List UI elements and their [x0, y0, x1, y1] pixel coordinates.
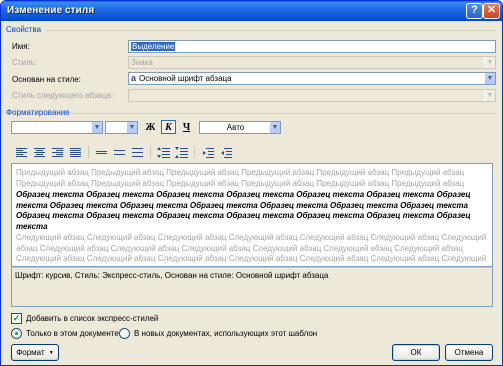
preview-next-paragraph: Следующий абзац Следующий абзац Следующи… — [16, 233, 487, 266]
chevron-down-icon: ▼ — [484, 90, 495, 101]
properties-heading: Свойства — [6, 25, 42, 34]
style-type-value: Знака — [131, 58, 153, 67]
next-style-select: ▼ — [128, 89, 496, 102]
toolbar-divider — [150, 146, 151, 158]
font-name-select[interactable]: ▼ — [11, 121, 103, 134]
space-before-decrease-icon[interactable] — [174, 146, 189, 159]
indent-decrease-icon[interactable] — [200, 146, 215, 159]
style-type-label: Стиль: — [12, 58, 37, 67]
add-to-quick-styles-label: Добавить в список экспресс-стилей — [26, 314, 159, 323]
character-style-icon: a — [131, 73, 137, 83]
toolbar-divider — [88, 146, 89, 158]
toolbar-divider — [194, 146, 195, 158]
chevron-down-icon[interactable]: ▼ — [269, 122, 280, 133]
help-button[interactable]: ? — [466, 3, 483, 19]
name-label: Имя: — [12, 42, 30, 51]
format-button-label: Формат — [16, 348, 45, 357]
space-before-increase-icon[interactable] — [156, 146, 171, 159]
align-center-icon[interactable] — [32, 146, 47, 159]
indent-increase-icon[interactable] — [218, 146, 233, 159]
based-on-value: Основной шрифт абзаца — [139, 74, 232, 83]
one-half-spacing-icon[interactable] — [112, 146, 127, 159]
style-preview: Предыдущий абзац Предыдущий абзац Предыд… — [11, 163, 493, 267]
chevron-down-icon: ▼ — [48, 350, 54, 356]
underline-button[interactable]: Ч — [179, 121, 194, 135]
title-bar: Изменение стиля ? ✕ — [1, 1, 502, 21]
italic-button[interactable]: К — [161, 120, 176, 134]
chevron-down-icon[interactable]: ▼ — [126, 122, 137, 133]
only-this-document-radio[interactable] — [11, 328, 22, 339]
new-documents-radio[interactable] — [119, 328, 130, 339]
based-on-select[interactable]: a Основной шрифт абзаца ▼ — [128, 72, 496, 85]
align-justify-icon[interactable] — [68, 146, 83, 159]
radio-selected-dot — [15, 332, 18, 335]
ok-button[interactable]: ОК — [392, 344, 440, 361]
modify-style-dialog: Изменение стиля ? ✕ Свойства Имя: Выделе… — [0, 0, 503, 366]
name-input[interactable]: Выделение — [128, 40, 496, 53]
double-spacing-icon[interactable] — [130, 146, 145, 159]
formatting-divider — [70, 113, 496, 114]
formatting-heading: Форматирование — [6, 108, 70, 117]
preview-sample-text: Образец текста Образец текста Образец те… — [16, 190, 471, 231]
add-to-quick-styles-checkbox[interactable]: ✓ — [11, 313, 22, 324]
only-this-document-label: Только в этом документе — [26, 329, 119, 338]
preview-previous-paragraph: Предыдущий абзац Предыдущий абзац Предыд… — [16, 168, 465, 188]
name-input-value: Выделение — [131, 42, 176, 51]
dialog-title: Изменение стиля — [7, 5, 95, 16]
next-style-label: Стиль следующего абзаца: — [12, 91, 114, 100]
based-on-label: Основан на стиле: — [12, 75, 81, 84]
close-button[interactable]: ✕ — [483, 3, 500, 19]
style-type-select: Знака ▼ — [128, 56, 496, 69]
cancel-button[interactable]: Отмена — [445, 344, 493, 361]
font-color-select[interactable]: Авто ▼ — [199, 121, 281, 134]
font-size-select[interactable]: ▼ — [105, 121, 138, 134]
dialog-body: Свойства Имя: Выделение Стиль: Знака ▼ О… — [4, 21, 499, 364]
properties-divider — [46, 30, 496, 31]
align-right-icon[interactable] — [50, 146, 65, 159]
align-left-icon[interactable] — [14, 146, 29, 159]
style-description: Шрифт: курсив, Стиль: Экспресс-стиль, Ос… — [11, 267, 493, 307]
chevron-down-icon: ▼ — [484, 57, 495, 68]
font-color-value: Авто — [226, 123, 245, 132]
single-spacing-icon[interactable] — [94, 146, 109, 159]
chevron-down-icon[interactable]: ▼ — [91, 122, 102, 133]
bold-button[interactable]: Ж — [143, 121, 158, 135]
chevron-down-icon[interactable]: ▼ — [484, 73, 495, 84]
new-documents-label: В новых документах, использующих этот ша… — [134, 329, 318, 338]
format-button[interactable]: Формат ▼ — [11, 344, 59, 361]
